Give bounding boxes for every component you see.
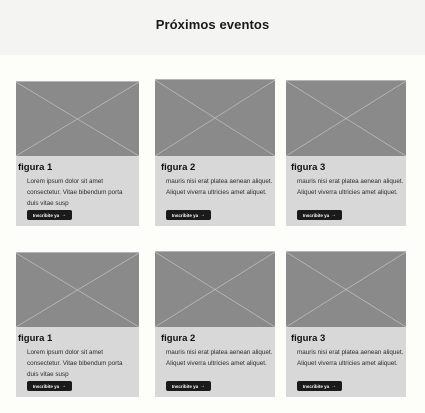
card-title: figura 1	[18, 162, 53, 173]
card-description: mauris nisi erat platea aenean aliquet. …	[297, 349, 404, 367]
image-placeholder-icon	[286, 80, 406, 156]
card-title: figura 3	[291, 162, 326, 173]
page-title: Próximos eventos	[155, 17, 270, 32]
card-description: mauris nisi erat platea aenean aliquet. …	[166, 178, 273, 196]
register-button-label: Inscribite ya	[302, 212, 330, 218]
register-button-label: Inscribite ya	[32, 383, 60, 389]
event-card: figura 3 mauris nisi erat platea aenean …	[286, 251, 406, 397]
page-header: Próximos eventos	[0, 0, 425, 55]
arrow-right-icon: →	[331, 212, 337, 218]
event-card: figura 3 mauris nisi erat platea aenean …	[286, 80, 406, 226]
event-card: figura 2 mauris nisi erat platea aenean …	[155, 79, 275, 226]
register-button[interactable]: Inscribite ya →	[297, 210, 342, 220]
arrow-right-icon: →	[61, 212, 67, 218]
register-button-label: Inscribite ya	[171, 383, 199, 389]
register-button-label: Inscribite ya	[171, 212, 199, 218]
arrow-right-icon: →	[200, 383, 206, 389]
image-placeholder-icon	[155, 251, 275, 327]
arrow-right-icon: →	[331, 383, 337, 389]
card-description: Lorem ipsum dolor sit amet consectetur. …	[27, 349, 123, 378]
card-title: figura 3	[291, 333, 326, 344]
arrow-right-icon: →	[200, 212, 206, 218]
card-title: figura 2	[161, 333, 196, 344]
register-button-label: Inscribite ya	[302, 383, 330, 389]
image-placeholder-icon	[16, 81, 139, 156]
card-description: mauris nisi erat platea aenean aliquet. …	[166, 349, 273, 367]
event-card: figura 1 Lorem ipsum dolor sit amet cons…	[16, 252, 139, 397]
arrow-right-icon: →	[61, 383, 67, 389]
image-placeholder-icon	[286, 251, 406, 327]
card-title: figura 1	[18, 333, 53, 344]
register-button[interactable]: Inscribite ya →	[166, 210, 211, 220]
register-button[interactable]: Inscribite ya →	[27, 381, 72, 391]
card-description: mauris nisi erat platea aenean aliquet. …	[297, 178, 404, 196]
event-card: figura 2 mauris nisi erat platea aenean …	[155, 251, 275, 397]
register-button-label: Inscribite ya	[32, 212, 60, 218]
card-description: Lorem ipsum dolor sit amet consectetur. …	[27, 178, 123, 207]
event-card: figura 1 Lorem ipsum dolor sit amet cons…	[16, 81, 139, 226]
register-button[interactable]: Inscribite ya →	[27, 210, 72, 220]
image-placeholder-icon	[16, 252, 139, 327]
register-button[interactable]: Inscribite ya →	[297, 381, 342, 391]
card-title: figura 2	[161, 162, 196, 173]
register-button[interactable]: Inscribite ya →	[166, 381, 211, 391]
image-placeholder-icon	[155, 79, 275, 156]
